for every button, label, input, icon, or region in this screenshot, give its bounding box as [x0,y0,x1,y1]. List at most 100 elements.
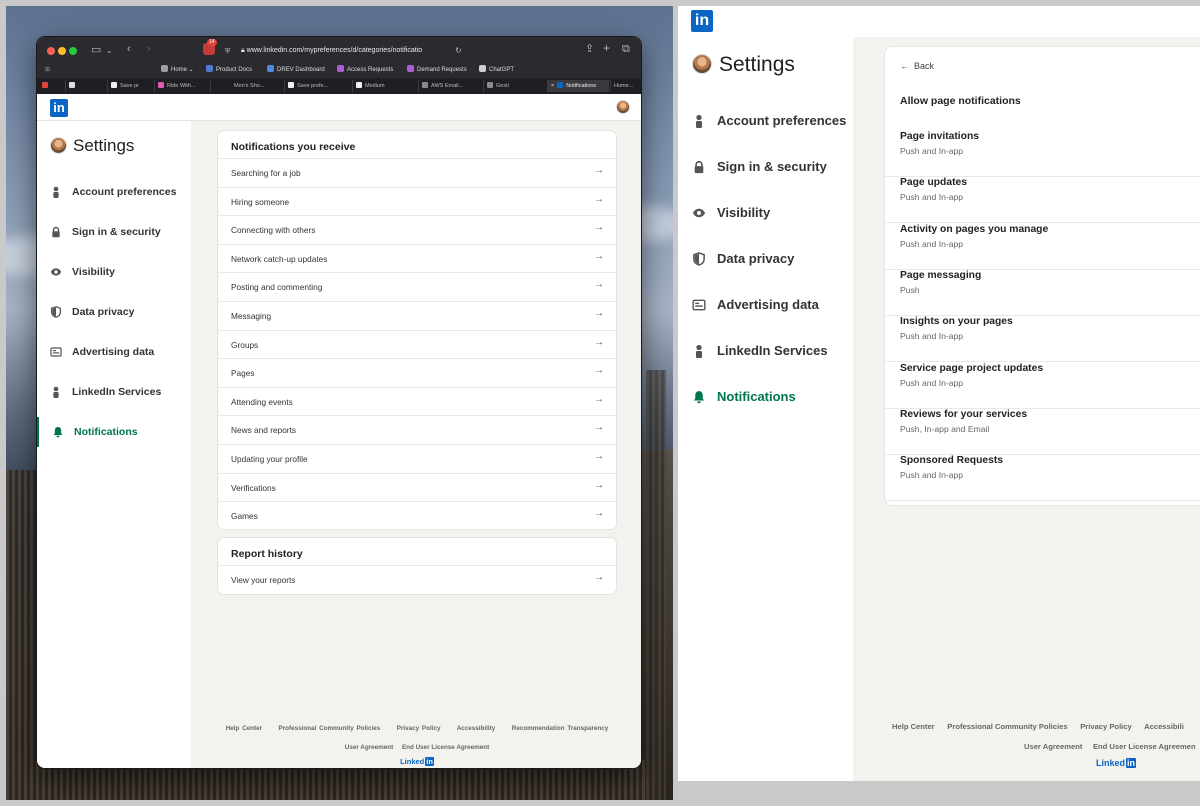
list-item[interactable]: Messaging → [218,301,616,330]
footer-link[interactable]: Professional Community Policies [279,725,381,732]
person-icon [695,344,703,358]
bookmark[interactable]: DREV Dashboard [267,63,325,77]
footer-link[interactable]: End User License Agreement [402,744,489,751]
chatgpt-icon [479,65,486,72]
list-item[interactable]: Hiring someone → [218,186,616,216]
list-item[interactable]: Reviews for your services Push, In-app an… [885,409,1200,455]
sidebar-item-visibility[interactable]: Visibility [37,257,191,287]
tab-active[interactable]: × Notifications [547,80,609,92]
list-item[interactable]: Verifications → [218,472,616,502]
footer-link[interactable]: User Agreement [1024,742,1082,751]
sidebar-item-sign-in-security[interactable]: Sign in & security [37,217,191,247]
grid-icon[interactable]: ⊞ [45,63,50,77]
avatar[interactable] [616,100,630,114]
footer-link[interactable]: User Agreement [345,744,393,751]
arrow-right-icon: → [594,451,604,462]
tab[interactable]: Save pr [107,80,153,92]
footer-link[interactable]: Professional Community Policies [947,722,1067,731]
sidebar-item-data-privacy[interactable]: Data privacy [678,242,853,276]
list-item[interactable]: Insights on your pages Push and In-app [885,316,1200,363]
tab[interactable]: Medium [352,80,412,92]
sidebar-item-advertising-data[interactable]: Advertising data [37,337,191,367]
tab-pinned[interactable] [65,80,75,92]
close-tab-icon[interactable]: × [551,83,554,89]
sidebar-item-notifications[interactable]: Notifications [37,417,191,447]
list-item[interactable]: Network catch-up updates → [218,243,616,273]
bookmark[interactable]: ChatGPT [479,63,514,77]
sidebar-toggle-icon[interactable]: ▭ [91,45,101,56]
tab[interactable]: Save prefe... [284,80,339,92]
sidebar-item-linkedin-services[interactable]: LinkedIn Services [678,334,853,368]
list-item[interactable]: Attending events → [218,386,616,416]
list-item-label: Games [231,511,258,522]
footer-link[interactable]: Privacy Policy [397,725,441,732]
bookmark[interactable]: Home ⌄ [161,63,194,77]
footer-link[interactable]: Recommendation Transparency [512,725,609,732]
back-button[interactable]: ← Back [900,61,934,71]
tab[interactable]: Men's Sho... [210,80,268,92]
address-bar[interactable]: 🔒︎ www.linkedin.com/mypreferences/d/cate… [241,44,467,58]
reload-icon[interactable]: ↻ [455,45,462,56]
list-item-subtitle: Push [900,284,920,295]
arrow-right-icon: → [594,365,604,377]
list-item[interactable]: Posting and commenting → [218,272,616,301]
list-item[interactable]: Games → [218,501,616,530]
tab-overview-icon[interactable]: ⧉ [622,44,630,55]
footer-link[interactable]: End User License Agreemen [1093,742,1196,751]
sidebar-item-label: Notifications [74,426,138,438]
list-item[interactable]: Page invitations Push and In-app [885,131,1200,177]
sidebar-item-notifications[interactable]: Notifications [678,380,853,414]
list-item-view-reports[interactable]: View your reports → [218,565,616,594]
footer-link[interactable]: Privacy Policy [1080,722,1132,731]
list-item[interactable]: Searching for a job → [218,158,616,187]
sidebar-item-account-preferences[interactable]: Account preferences [37,177,191,207]
list-item[interactable]: Service page project updates Push and In-… [885,363,1200,409]
chevron-down-icon[interactable]: ⌄ [106,45,113,56]
tab[interactable]: Home... [610,80,641,92]
tab[interactable]: Ride With... [154,80,209,92]
tab-label: Men's Sho... [234,83,265,89]
tab-pinned[interactable] [39,80,51,92]
bookmark[interactable]: Access Requests [337,63,393,77]
sidebar-item-visibility[interactable]: Visibility [678,196,853,230]
footer-link[interactable]: Accessibility [457,725,496,732]
list-item[interactable]: Pages → [218,358,616,387]
back-nav-icon[interactable]: ‹ [127,44,131,55]
tab[interactable]: AWS Email... [418,80,476,92]
linkedin-logo[interactable]: in [691,10,713,32]
list-item[interactable]: Connecting with others → [218,215,616,244]
brand-text: Linked [1096,758,1126,768]
sidebar-item-sign-in-security[interactable]: Sign in & security [678,150,853,184]
sidebar-item-label: Notifications [717,389,796,404]
tab-favicon [111,82,117,88]
ad-icon [692,299,706,311]
list-item[interactable]: Groups → [218,329,616,359]
share-icon[interactable]: ⇪ [585,44,594,55]
shield-icon [50,306,62,318]
footer-link[interactable]: Help Center [892,722,935,731]
sidebar-item-account-preferences[interactable]: Account preferences [678,104,853,138]
list-item[interactable]: Sponsored Requests Push and In-app [885,455,1200,502]
footer-link[interactable]: Help Center [226,725,262,732]
linkedin-logo[interactable]: in [50,99,68,117]
close-window-button[interactable] [47,47,55,55]
sidebar-item-advertising-data[interactable]: Advertising data [678,288,853,322]
sidebar-item-data-privacy[interactable]: Data privacy [37,297,191,327]
list-item-label: Network catch-up updates [231,253,328,264]
sidebar-item-linkedin-services[interactable]: LinkedIn Services [37,377,191,407]
tab-label: Gesti [496,83,509,89]
bookmark[interactable]: Demand Requests [407,63,467,77]
minimize-window-button[interactable] [58,47,66,55]
list-item[interactable]: Page updates Push and In-app [885,177,1200,224]
list-item[interactable]: Updating your profile → [218,444,616,473]
bookmark[interactable]: Product Docs [206,63,252,77]
list-item[interactable]: Activity on pages you manage Push and In-… [885,224,1200,270]
zoom-window-button[interactable] [69,47,77,55]
list-item[interactable]: News and reports → [218,415,616,444]
footer-link[interactable]: Accessibili [1144,722,1184,731]
forward-nav-icon[interactable]: › [147,44,151,55]
tab[interactable]: Gesti [483,80,519,92]
new-tab-icon[interactable]: + [603,42,610,54]
list-item[interactable]: Page messaging Push [885,270,1200,316]
list-item-title: Insights on your pages [900,316,1013,328]
